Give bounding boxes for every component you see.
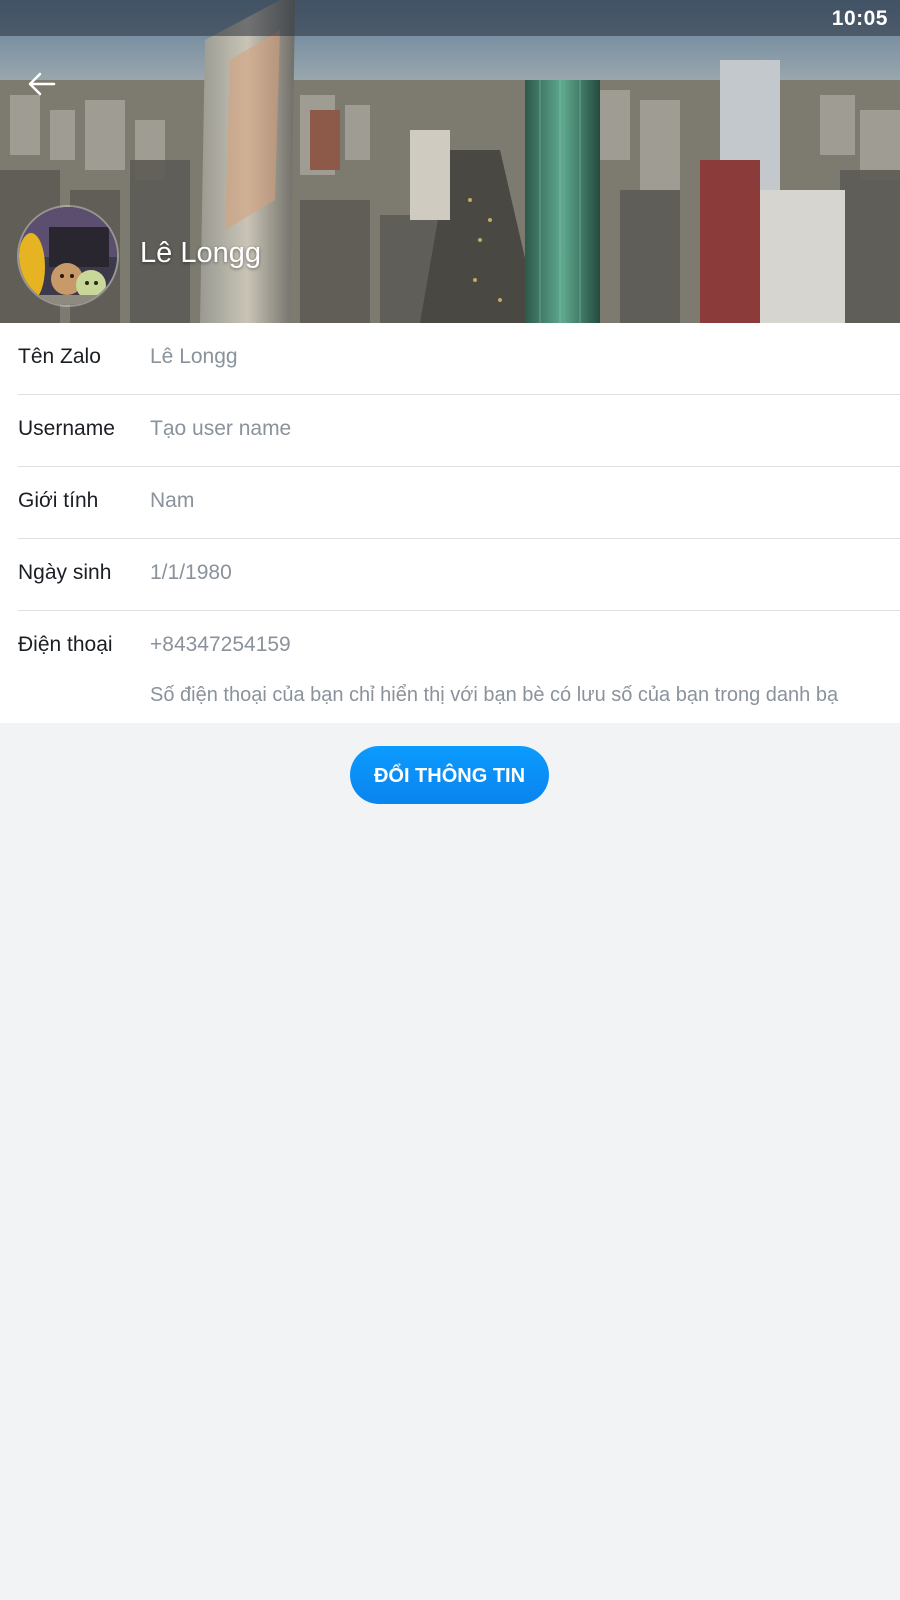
avatar[interactable]: [17, 205, 119, 307]
city-skyline-image: [0, 0, 900, 323]
row-value: 1/1/1980: [150, 561, 232, 584]
row-value: +84347254159: [150, 633, 291, 656]
row-value: Lê Longg: [150, 345, 238, 368]
info-row-username[interactable]: Username Tạo user name: [18, 395, 900, 467]
info-row-zalo-name: Tên Zalo Lê Longg: [18, 323, 900, 395]
cover-photo[interactable]: [0, 0, 900, 323]
phone-visibility-note: Số điện thoại của bạn chỉ hiển thị với b…: [150, 684, 839, 706]
profile-info-list: Tên Zalo Lê Longg Username Tạo user name…: [0, 323, 900, 723]
row-label: Giới tính: [18, 489, 99, 512]
status-bar: 10:05: [0, 0, 900, 36]
info-row-birthday: Ngày sinh 1/1/1980: [18, 539, 900, 611]
profile-name: Lê Longg: [140, 237, 261, 269]
avatar-image: [19, 207, 117, 305]
status-time: 10:05: [831, 7, 888, 30]
info-row-phone: Điện thoại +84347254159 Số điện thoại củ…: [18, 611, 900, 729]
row-label: Điện thoại: [18, 633, 113, 656]
back-button[interactable]: [24, 66, 60, 102]
arrow-left-icon: [28, 72, 56, 96]
row-label: Username: [18, 417, 115, 440]
edit-info-button[interactable]: ĐỔI THÔNG TIN: [350, 746, 549, 804]
row-value: Nam: [150, 489, 195, 512]
row-label: Ngày sinh: [18, 561, 112, 584]
row-label: Tên Zalo: [18, 345, 101, 368]
row-value: Tạo user name: [150, 417, 292, 440]
info-row-gender: Giới tính Nam: [18, 467, 900, 539]
